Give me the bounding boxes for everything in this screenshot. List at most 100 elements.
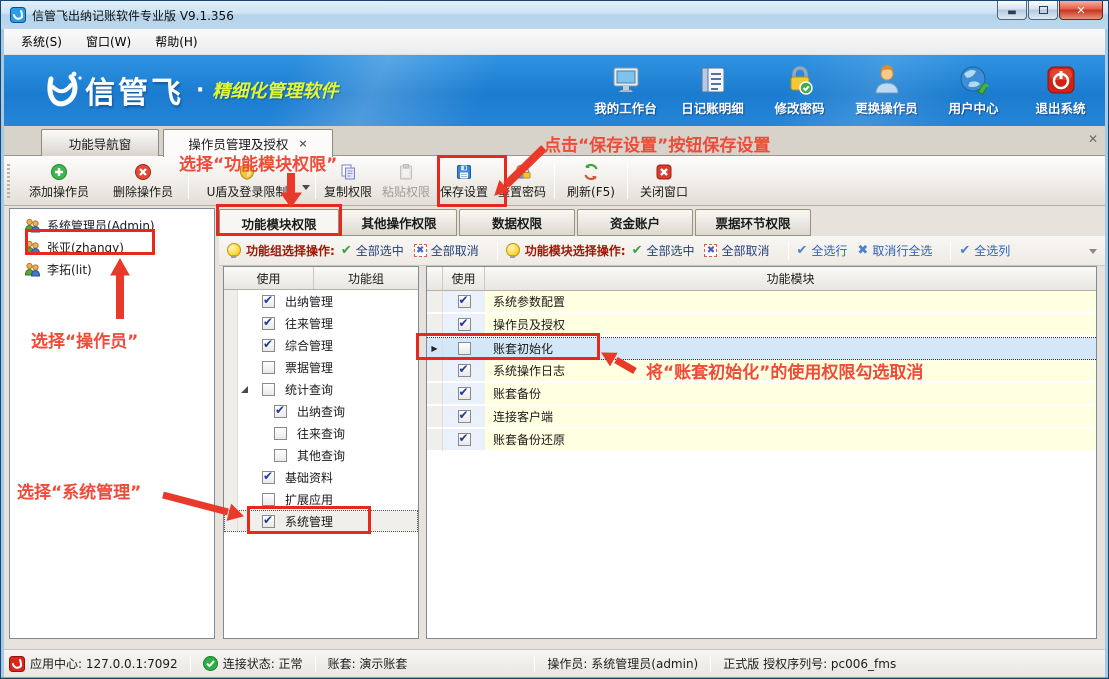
tool-label: 我的工作台 xyxy=(594,98,657,117)
use-checkbox[interactable] xyxy=(458,433,471,446)
menu-system[interactable]: 系统(S) xyxy=(9,29,74,54)
use-checkbox[interactable] xyxy=(274,405,287,418)
use-checkbox[interactable] xyxy=(262,471,275,484)
add-operator-button[interactable]: 添加操作员 xyxy=(17,156,101,205)
group-row-child[interactable]: 出纳查询 xyxy=(224,400,418,422)
use-column-header[interactable]: 使用 xyxy=(443,267,485,290)
ops-overflow-caret-icon[interactable] xyxy=(1089,249,1097,254)
use-checkbox[interactable] xyxy=(458,318,471,331)
use-checkbox[interactable] xyxy=(262,317,275,330)
use-checkbox[interactable] xyxy=(274,449,287,462)
menu-help[interactable]: 帮助(H) xyxy=(143,29,209,54)
close-button[interactable]: ✕ xyxy=(1059,1,1103,20)
tab-close-icon[interactable]: × xyxy=(298,137,307,150)
minimize-button[interactable]: ▬ xyxy=(997,1,1027,20)
group-column-header[interactable]: 功能组 xyxy=(314,267,418,289)
use-cell[interactable] xyxy=(443,383,485,406)
refresh-button[interactable]: 刷新(F5) xyxy=(558,156,624,205)
exit-system-button[interactable]: 退出系统 xyxy=(1017,62,1104,120)
use-checkbox[interactable] xyxy=(262,493,275,506)
use-cell[interactable] xyxy=(443,360,485,383)
module-uncheck-all-button[interactable]: ✖全部取消 xyxy=(704,242,769,259)
module-row[interactable]: 账套备份还原 xyxy=(427,429,1096,452)
tool-label: 日记账明细 xyxy=(681,98,744,117)
change-password-button[interactable]: 修改密码 xyxy=(756,62,843,120)
group-check-all-button[interactable]: ✔全部选中 xyxy=(341,242,404,259)
ops-separator xyxy=(497,242,498,260)
annotation-box-save-button xyxy=(437,155,507,207)
grid-header: 使用 功能模块 xyxy=(427,267,1096,291)
ushield-dropdown-caret-icon[interactable] xyxy=(302,185,310,190)
bulb-icon xyxy=(227,243,240,258)
module-row[interactable]: 连接客户端 xyxy=(427,406,1096,429)
group-row[interactable]: 出纳管理 xyxy=(224,290,418,312)
cancel-box-icon: ✖ xyxy=(704,244,717,257)
switch-operator-button[interactable]: 更换操作员 xyxy=(843,62,930,120)
use-cell[interactable] xyxy=(443,429,485,452)
toolbar-grip[interactable] xyxy=(7,164,10,198)
group-row-child[interactable]: 往来查询 xyxy=(224,422,418,444)
use-checkbox[interactable] xyxy=(458,410,471,423)
app-center-icon xyxy=(9,656,25,672)
use-checkbox[interactable] xyxy=(262,339,275,352)
use-checkbox[interactable] xyxy=(458,295,471,308)
module-check-all-button[interactable]: ✔全部选中 xyxy=(632,242,695,259)
use-checkbox[interactable] xyxy=(274,427,287,440)
use-checkbox[interactable] xyxy=(458,364,471,377)
group-row-child[interactable]: 其他查询 xyxy=(224,444,418,466)
tab-fund-account[interactable]: 资金账户 xyxy=(577,209,693,236)
operator-item-lituo[interactable]: 李拓(lit) xyxy=(10,258,214,280)
user-center-button[interactable]: 用户中心 xyxy=(930,62,1017,120)
group-row[interactable]: 综合管理 xyxy=(224,334,418,356)
unselect-all-rows-button[interactable]: ✖取消行全选 xyxy=(857,242,932,259)
status-app-center: 应用中心: 127.0.0.1:7092 xyxy=(9,655,178,672)
tab-other-operation-permission[interactable]: 其他操作权限 xyxy=(341,209,457,236)
workbench-button[interactable]: 我的工作台 xyxy=(582,62,669,120)
row-indicator xyxy=(224,378,238,400)
button-label: 刷新(F5) xyxy=(567,183,615,200)
select-all-cols-button[interactable]: ✔全选列 xyxy=(959,242,1010,259)
row-indicator xyxy=(427,291,443,314)
window-title: 信管飞出纳记账软件专业版 V9.1.356 xyxy=(32,7,234,24)
operator-tree-panel: 系统管理员(Admin) 张亚(zhangy) 李拓(lit) xyxy=(9,208,215,639)
tab-label: 票据环节权限 xyxy=(715,213,790,232)
group-row[interactable]: 基础资料 xyxy=(224,466,418,488)
use-cell[interactable] xyxy=(443,406,485,429)
use-checkbox[interactable] xyxy=(262,295,275,308)
window-right-frame xyxy=(1105,29,1108,677)
use-checkbox[interactable] xyxy=(262,361,275,374)
module-row[interactable]: 系统参数配置 xyxy=(427,291,1096,314)
status-operator: 操作员: 系统管理员(admin) xyxy=(547,655,698,672)
button-label: 粘贴权限 xyxy=(382,183,430,200)
module-column-header[interactable]: 功能模块 xyxy=(485,267,1096,290)
group-uncheck-all-button[interactable]: ✖全部取消 xyxy=(414,242,479,259)
menu-window[interactable]: 窗口(W) xyxy=(74,29,143,54)
pane-close-icon[interactable]: ✕ xyxy=(1088,132,1098,146)
group-label: 出纳管理 xyxy=(285,293,333,310)
app-logo-icon xyxy=(10,7,26,23)
group-row[interactable]: 统计查询 xyxy=(224,378,418,400)
tab-bill-stage-permission[interactable]: 票据环节权限 xyxy=(695,209,811,236)
journal-detail-button[interactable]: 日记账明细 xyxy=(669,62,756,120)
use-column-header[interactable]: 使用 xyxy=(224,267,314,289)
group-row[interactable]: 往来管理 xyxy=(224,312,418,334)
button-label: 删除操作员 xyxy=(113,183,173,200)
window-left-frame xyxy=(1,29,4,677)
menu-bar: 系统(S) 窗口(W) 帮助(H) xyxy=(1,29,1109,55)
tab-data-permission[interactable]: 数据权限 xyxy=(459,209,575,236)
close-window-button[interactable]: 关闭窗口 xyxy=(631,156,697,205)
group-label: 票据管理 xyxy=(285,359,333,376)
green-check-icon: ✔ xyxy=(341,243,352,258)
select-all-rows-button[interactable]: ✔全选行 xyxy=(797,242,848,259)
use-checkbox[interactable] xyxy=(458,387,471,400)
module-row[interactable]: 账套备份 xyxy=(427,383,1096,406)
group-row[interactable]: 票据管理 xyxy=(224,356,418,378)
expand-icon[interactable] xyxy=(241,386,248,393)
maximize-button[interactable] xyxy=(1028,1,1058,20)
use-cell[interactable] xyxy=(443,291,485,314)
delete-operator-button[interactable]: 删除操作员 xyxy=(101,156,185,205)
use-checkbox[interactable] xyxy=(262,383,275,396)
tab-function-navigator[interactable]: 功能导航窗 xyxy=(41,129,159,156)
status-separator xyxy=(315,656,316,672)
status-separator xyxy=(534,656,535,672)
